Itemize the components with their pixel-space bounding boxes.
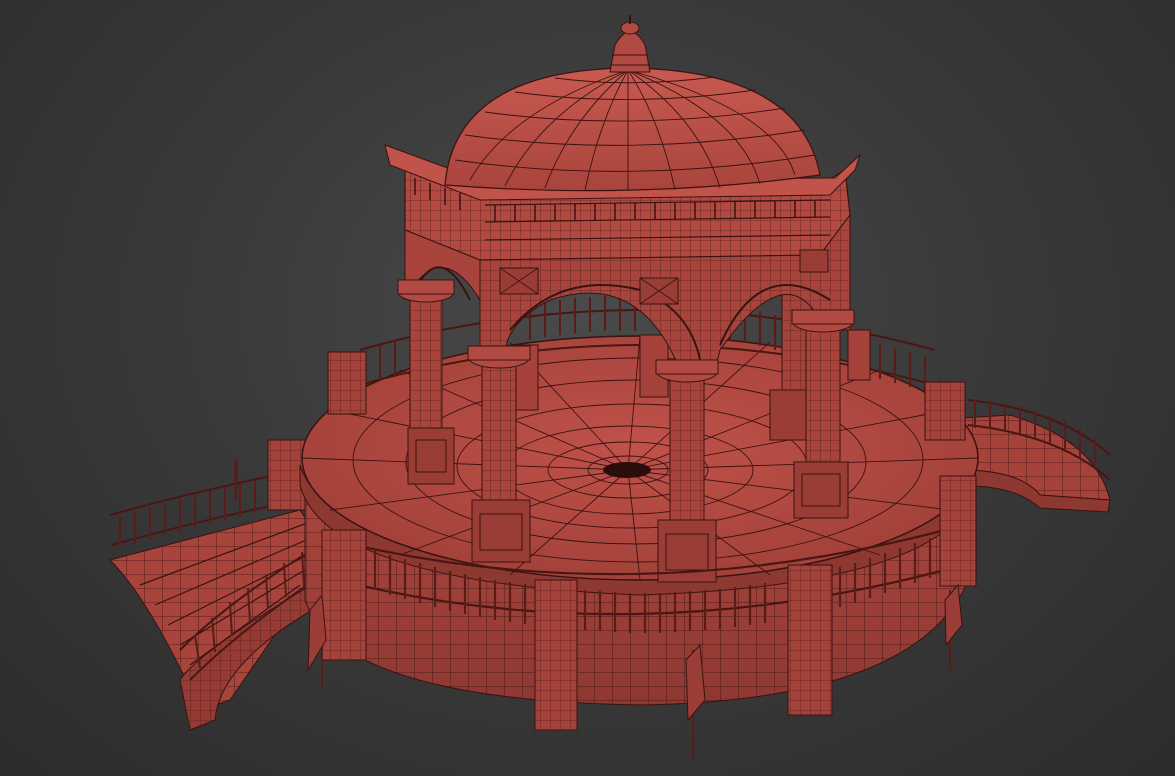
dome [444, 15, 821, 192]
gazebo-render [109, 15, 1111, 760]
left-staircase [109, 439, 331, 731]
3d-viewport[interactable] [0, 0, 1175, 776]
